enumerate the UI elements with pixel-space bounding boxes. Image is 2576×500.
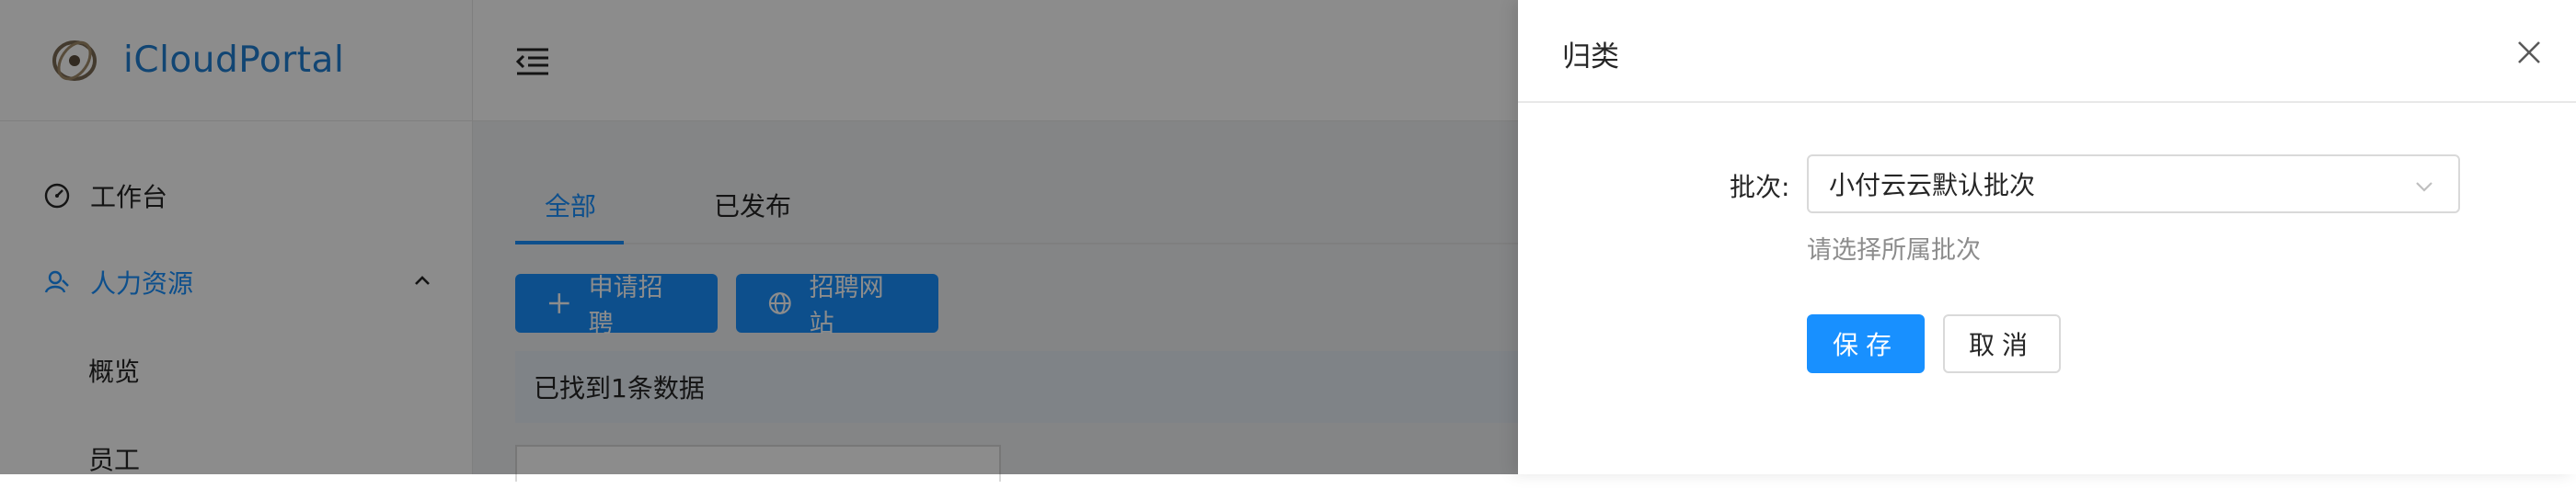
drawer-mask[interactable] [0, 0, 1518, 474]
classify-drawer: 归类 批次: 小付云云默认批次 请选择所属批次 保存 取消 [1518, 0, 2576, 474]
app-root: iCloudPortal 工作台 人力资源 概览 员工 全部 已发布 申请招聘 … [0, 0, 2576, 482]
close-icon[interactable] [2515, 39, 2543, 66]
batch-select-value: 小付云云默认批次 [1829, 170, 2036, 200]
save-button[interactable]: 保存 [1807, 314, 1925, 373]
chevron-down-icon [2416, 182, 2432, 192]
batch-select[interactable]: 小付云云默认批次 [1807, 154, 2460, 213]
drawer-header: 归类 [1518, 0, 2576, 103]
cancel-button[interactable]: 取消 [1943, 314, 2061, 373]
drawer-title: 归类 [1562, 40, 1619, 74]
batch-label: 批次: [1730, 172, 1790, 202]
batch-help-text: 请选择所属批次 [1807, 236, 1981, 265]
